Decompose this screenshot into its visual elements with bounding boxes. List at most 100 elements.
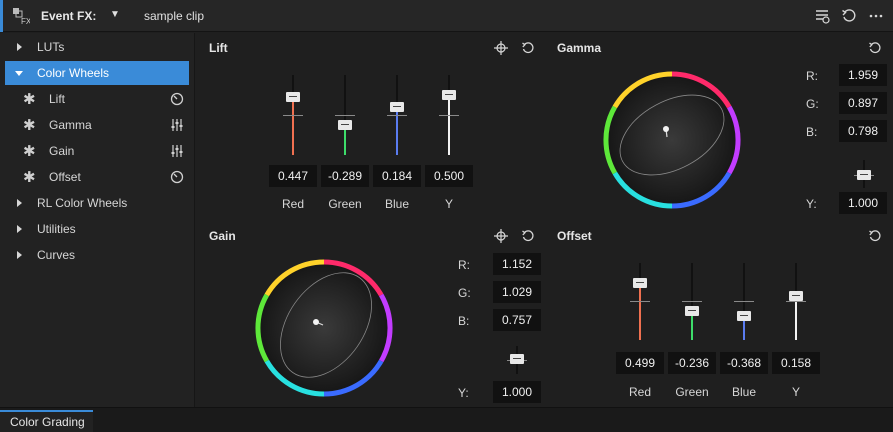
lift-green-value[interactable]: -0.289 [321,165,369,187]
offset-title: Offset [557,229,592,243]
gain-g-label: G: [458,286,471,300]
tab-color-grading[interactable]: Color Grading [0,410,93,432]
lift-blue-label: Blue [384,197,410,211]
asterisk-icon: ✱ [23,117,36,134]
gamma-r-label: R: [806,69,818,83]
slider-thumb[interactable] [737,311,751,321]
gain-b-label: B: [458,314,470,328]
lift-blue-value[interactable]: 0.184 [373,165,421,187]
gamma-y-label: Y: [806,197,817,211]
sidebar-item-rl-color-wheels[interactable]: RL Color Wheels [5,191,189,215]
offset-red-label: Red [628,385,651,399]
gamma-g-value[interactable]: 0.897 [839,92,887,114]
sidebar-item-label: Utilities [37,222,76,236]
slider-thumb[interactable] [442,90,456,100]
gamma-b-value[interactable]: 0.798 [839,120,887,142]
caret-right-icon[interactable] [14,250,24,260]
caret-right-icon[interactable] [14,224,24,234]
gain-r-label: R: [458,258,470,272]
sidebar-item-luts[interactable]: LUTs [5,35,189,59]
sidebar-item-curves[interactable]: Curves [5,243,189,267]
slider-thumb[interactable] [633,278,647,288]
reset-icon[interactable] [169,91,185,107]
lift-green-slider[interactable] [335,75,355,155]
gain-title: Gain [209,229,236,243]
more-options-icon[interactable] [866,6,886,26]
sidebar-item-label: Curves [37,248,76,262]
caret-right-icon[interactable] [14,42,24,52]
gain-g-value[interactable]: 1.029 [493,281,541,303]
gamma-color-wheel[interactable] [601,69,743,211]
offset-red-slider[interactable] [630,263,650,340]
lift-y-label: Y [444,197,453,211]
offset-green-slider[interactable] [682,263,702,340]
sidebar: LUTs Color Wheels ✱ Lift ✱ Gamma ✱ Gain [0,33,195,407]
gain-y-slider[interactable] [507,346,527,374]
slider-thumb[interactable] [857,170,871,180]
sidebar-item-label: Color Wheels [37,66,110,80]
lift-y-value[interactable]: 0.500 [425,165,473,187]
gain-color-wheel[interactable] [253,257,395,399]
sidebar-item-lift[interactable]: ✱ Lift [5,87,189,111]
reset-icon[interactable] [169,169,185,185]
sidebar-item-utilities[interactable]: Utilities [5,217,189,241]
sidebar-item-label: LUTs [37,40,65,54]
slider-thumb[interactable] [390,102,404,112]
offset-blue-slider[interactable] [734,263,754,340]
sidebar-item-offset[interactable]: ✱ Offset [5,165,189,189]
clip-name: sample clip [144,9,205,23]
sidebar-item-gain[interactable]: ✱ Gain [5,139,189,163]
crosshair-icon[interactable] [492,227,510,245]
gamma-y-slider[interactable] [854,160,874,188]
gamma-title: Gamma [557,41,602,55]
gain-r-value[interactable]: 1.152 [493,253,541,275]
slider-thumb[interactable] [286,92,300,102]
lift-title: Lift [209,41,228,55]
fx-icon[interactable]: FX [12,7,30,25]
offset-green-value[interactable]: -0.236 [668,352,716,374]
svg-text:FX: FX [21,17,30,25]
filter-settings-icon[interactable] [812,6,832,26]
reset-icon[interactable] [519,39,537,57]
crosshair-icon[interactable] [492,39,510,57]
lift-red-value[interactable]: 0.447 [269,165,317,187]
reset-icon[interactable] [519,227,537,245]
lift-red-slider[interactable] [283,75,303,155]
caret-right-icon[interactable] [14,198,24,208]
gamma-b-label: B: [806,125,818,139]
offset-y-label: Y [791,385,800,399]
gamma-r-value[interactable]: 1.959 [839,64,887,86]
slider-thumb[interactable] [510,354,524,364]
slider-thumb[interactable] [685,306,699,316]
slider-thumb[interactable] [789,291,803,301]
sidebar-item-color-wheels[interactable]: Color Wheels [5,61,189,85]
offset-red-value[interactable]: 0.499 [616,352,664,374]
offset-y-slider[interactable] [786,263,806,340]
caret-down-icon[interactable] [14,68,24,78]
sidebar-item-label: RL Color Wheels [37,196,128,210]
sliders-icon[interactable] [169,143,185,159]
offset-blue-value[interactable]: -0.368 [720,352,768,374]
sliders-icon[interactable] [169,117,185,133]
reset-icon[interactable] [866,39,884,57]
reset-all-icon[interactable] [839,6,859,26]
asterisk-icon: ✱ [23,91,36,108]
gamma-y-value[interactable]: 1.000 [839,192,887,214]
offset-green-label: Green [675,385,709,399]
offset-y-value[interactable]: 0.158 [772,352,820,374]
asterisk-icon: ✱ [23,169,36,186]
sidebar-item-gamma[interactable]: ✱ Gamma [5,113,189,137]
header-accent [0,0,3,32]
slider-thumb[interactable] [338,120,352,130]
lift-blue-slider[interactable] [387,75,407,155]
offset-blue-label: Blue [731,385,757,399]
event-dropdown-chevron-icon[interactable]: ▼ [110,9,120,20]
gamma-g-label: G: [806,97,819,111]
lift-y-slider[interactable] [439,75,459,155]
gain-b-value[interactable]: 0.757 [493,309,541,331]
lift-green-label: Green [328,197,362,211]
color-grading-window: FX Event FX: ▼ sample clip LUTs Color Wh… [0,0,893,432]
gain-y-value[interactable]: 1.000 [493,381,541,403]
reset-icon[interactable] [866,227,884,245]
footer-tabs: Color Grading [0,407,893,432]
